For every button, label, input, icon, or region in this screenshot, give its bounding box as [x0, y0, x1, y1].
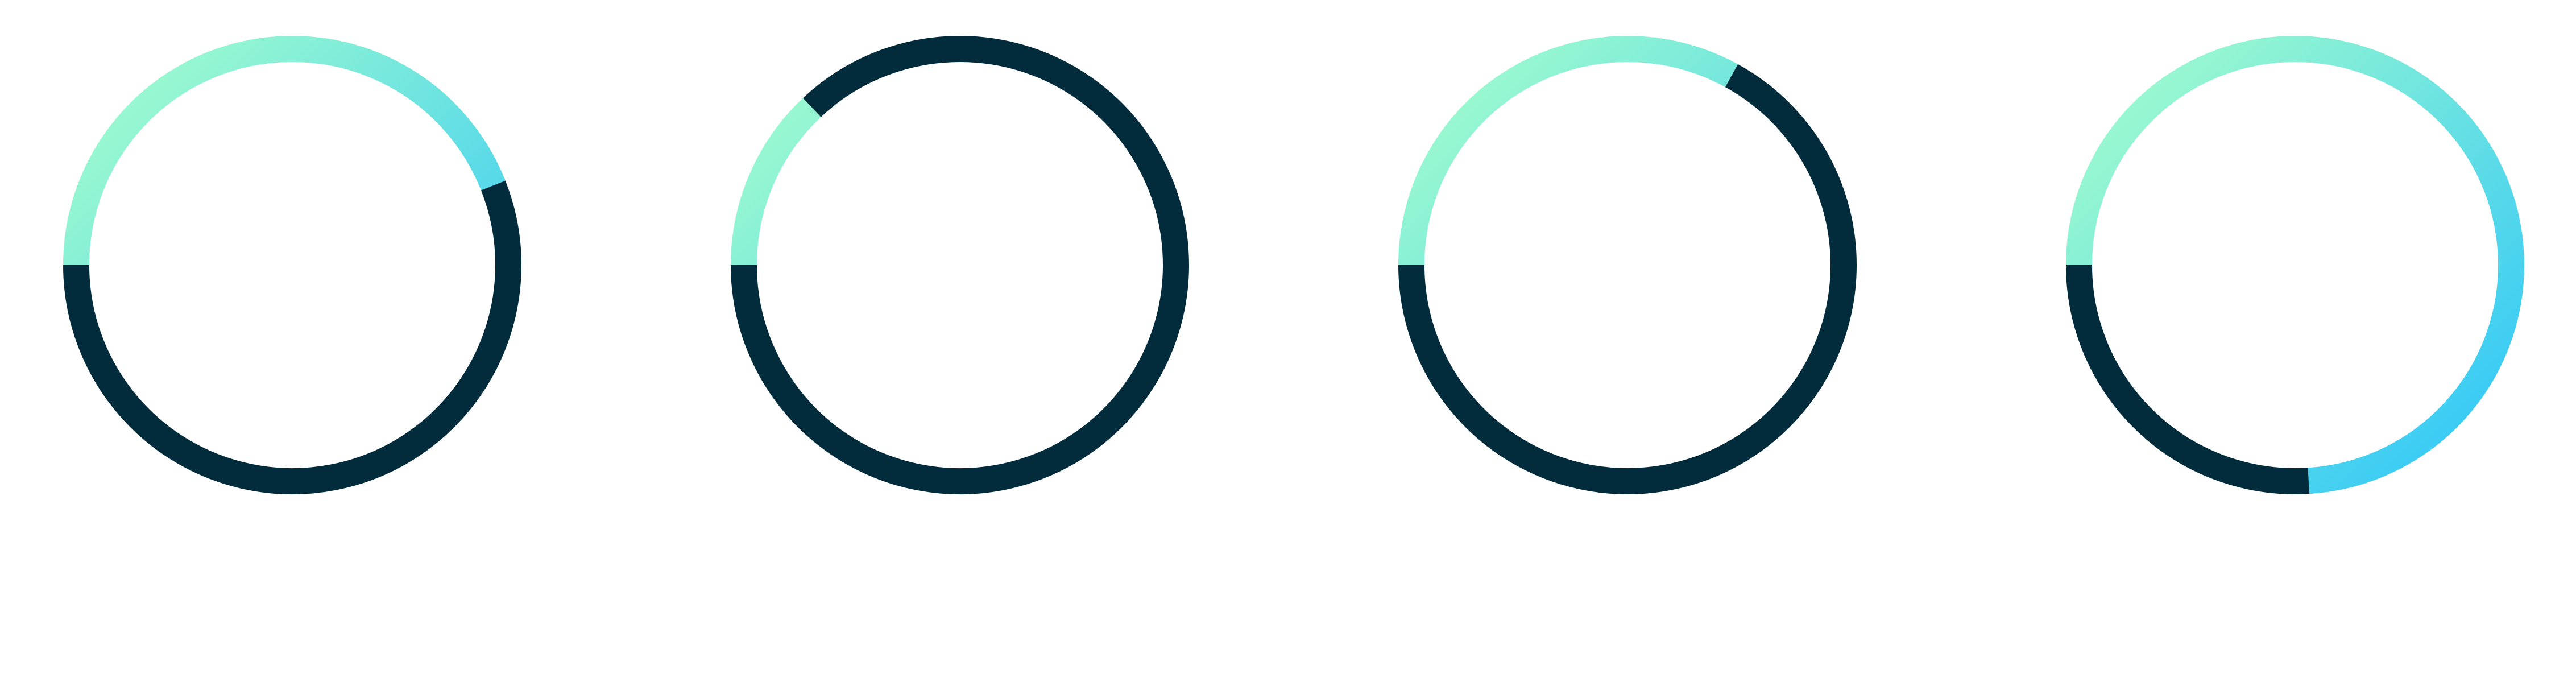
gauge-3-value-arc — [1398, 64, 1857, 494]
gauge-1-value-arc — [63, 180, 521, 494]
gauge-4 — [2066, 36, 2524, 494]
gauge-2-track-arc — [731, 98, 821, 266]
gauge-3 — [1398, 36, 1857, 494]
gauge-chart-svg — [63, 35, 2524, 494]
gauge-2 — [731, 36, 1189, 494]
gauge-1 — [63, 35, 521, 494]
gauge-3-track-arc — [1398, 36, 1738, 266]
gauge-4-value-arc — [2066, 265, 2310, 494]
gauge-chart-row — [0, 0, 2576, 688]
gauge-1-track-arc — [63, 35, 506, 266]
